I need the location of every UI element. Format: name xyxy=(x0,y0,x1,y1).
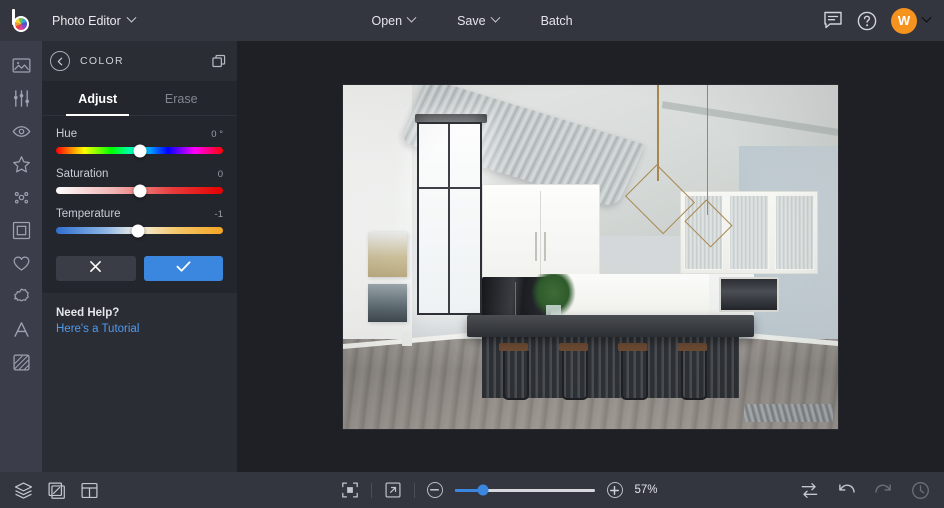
help-title: Need Help? xyxy=(56,307,223,319)
open-menu-label: Open xyxy=(371,14,402,28)
zoom-in-button[interactable] xyxy=(607,482,623,498)
cancel-button[interactable] xyxy=(56,256,136,281)
particles-icon xyxy=(12,188,31,212)
help-block: Need Help? Here's a Tutorial xyxy=(42,293,237,335)
compare-swap-icon[interactable] xyxy=(800,482,819,499)
canvas-area[interactable] xyxy=(237,41,944,472)
hue-label: Hue xyxy=(56,128,77,140)
app-title-dropdown[interactable]: Photo Editor xyxy=(42,9,145,33)
chevron-down-icon xyxy=(126,13,136,23)
hue-value: 0 ° xyxy=(211,129,223,140)
saturation-value: 0 xyxy=(218,169,223,180)
batch-button[interactable]: Batch xyxy=(530,9,584,33)
saturation-slider[interactable] xyxy=(56,187,223,194)
avatar: W xyxy=(891,8,917,34)
app-title-label: Photo Editor xyxy=(52,14,121,28)
sidebar-item-text[interactable] xyxy=(0,315,42,348)
zoom-level-label: 57% xyxy=(635,484,669,496)
help-question-icon[interactable] xyxy=(857,11,877,31)
sidebar-item-touchup[interactable] xyxy=(0,150,42,183)
sidebar-item-frames[interactable] xyxy=(0,216,42,249)
bottom-bar: 57% xyxy=(0,472,944,508)
editor-body: COLOR Adjust Erase Hue xyxy=(0,41,944,472)
zoom-slider[interactable] xyxy=(455,489,595,492)
sidebar-item-image[interactable] xyxy=(0,51,42,84)
sidebar-item-stickers[interactable] xyxy=(0,282,42,315)
bottom-bar-left xyxy=(14,481,209,500)
temperature-slider[interactable] xyxy=(56,227,223,234)
sidebar-item-overlays[interactable] xyxy=(0,249,42,282)
sticker-icon xyxy=(12,287,31,311)
text-icon xyxy=(12,320,31,344)
adjust-sliders-icon xyxy=(12,89,31,113)
tool-rail xyxy=(0,41,42,472)
batch-label: Batch xyxy=(541,14,573,28)
temperature-label: Temperature xyxy=(56,208,121,220)
sidebar-item-effects[interactable] xyxy=(0,117,42,150)
fit-to-screen-icon[interactable] xyxy=(341,481,359,499)
sidebar-item-texture[interactable] xyxy=(0,348,42,381)
top-bar-right-actions: W xyxy=(823,8,944,34)
checkmark-icon xyxy=(176,260,191,278)
layers-icon[interactable] xyxy=(14,481,33,500)
divider xyxy=(414,483,415,498)
kitchen-photo xyxy=(343,85,838,429)
frame-icon xyxy=(12,221,31,245)
hue-slider-row: Hue 0 ° xyxy=(56,128,223,154)
photo-editor-app: Photo Editor Open Save Batch xyxy=(0,0,944,508)
zoom-slider-handle[interactable] xyxy=(477,485,488,496)
eye-icon xyxy=(12,122,31,146)
saturation-slider-handle[interactable] xyxy=(133,184,146,197)
save-menu-button[interactable]: Save xyxy=(446,9,510,33)
chevron-down-icon xyxy=(490,13,500,23)
hue-slider[interactable] xyxy=(56,147,223,154)
saturation-slider-row: Saturation 0 xyxy=(56,168,223,194)
history-clock-icon[interactable] xyxy=(911,481,930,500)
brand-logo[interactable] xyxy=(0,0,42,41)
panel-action-buttons xyxy=(42,248,237,281)
temperature-value: -1 xyxy=(215,209,223,220)
tab-adjust[interactable]: Adjust xyxy=(56,81,140,115)
texture-icon xyxy=(12,353,31,377)
heart-icon xyxy=(12,254,31,278)
template-grid-icon[interactable] xyxy=(80,481,99,500)
open-menu-button[interactable]: Open xyxy=(360,9,426,33)
zoom-controls: 57% xyxy=(209,481,800,499)
chevron-down-icon xyxy=(922,13,932,23)
crop-transform-icon[interactable] xyxy=(47,481,66,500)
back-button[interactable] xyxy=(50,51,70,71)
color-side-panel: COLOR Adjust Erase Hue xyxy=(42,41,237,472)
divider xyxy=(371,483,372,498)
save-menu-label: Save xyxy=(457,14,486,28)
close-x-icon xyxy=(89,260,102,278)
slider-group: Hue 0 ° Saturation 0 xyxy=(42,116,237,234)
hue-slider-handle[interactable] xyxy=(133,144,146,157)
top-bar: Photo Editor Open Save Batch xyxy=(0,0,944,41)
sidebar-item-adjust[interactable] xyxy=(0,84,42,117)
color-wheel-logo-icon xyxy=(10,9,32,33)
undo-arrow-icon[interactable] xyxy=(837,482,856,499)
image-icon xyxy=(12,56,31,80)
star-icon xyxy=(12,155,31,179)
panel-header: COLOR xyxy=(42,41,237,81)
history-controls xyxy=(800,481,930,500)
user-account-menu[interactable]: W xyxy=(891,8,930,34)
apply-button[interactable] xyxy=(144,256,224,281)
zoom-out-button[interactable] xyxy=(427,482,443,498)
sidebar-item-blemish[interactable] xyxy=(0,183,42,216)
adjust-card: Adjust Erase Hue 0 ° xyxy=(42,81,237,293)
redo-arrow-icon[interactable] xyxy=(874,482,893,499)
duplicate-layers-icon[interactable] xyxy=(212,54,227,69)
panel-title: COLOR xyxy=(80,55,202,67)
temperature-slider-handle[interactable] xyxy=(131,224,144,237)
temperature-slider-row: Temperature -1 xyxy=(56,208,223,234)
feedback-chat-icon[interactable] xyxy=(823,11,843,30)
photo-canvas[interactable] xyxy=(343,85,838,429)
expand-fullscreen-icon[interactable] xyxy=(384,481,402,499)
tutorial-link[interactable]: Here's a Tutorial xyxy=(56,323,223,335)
panel-tabs: Adjust Erase xyxy=(42,81,237,116)
chevron-down-icon xyxy=(407,13,417,23)
tab-erase[interactable]: Erase xyxy=(140,81,224,115)
saturation-label: Saturation xyxy=(56,168,108,180)
